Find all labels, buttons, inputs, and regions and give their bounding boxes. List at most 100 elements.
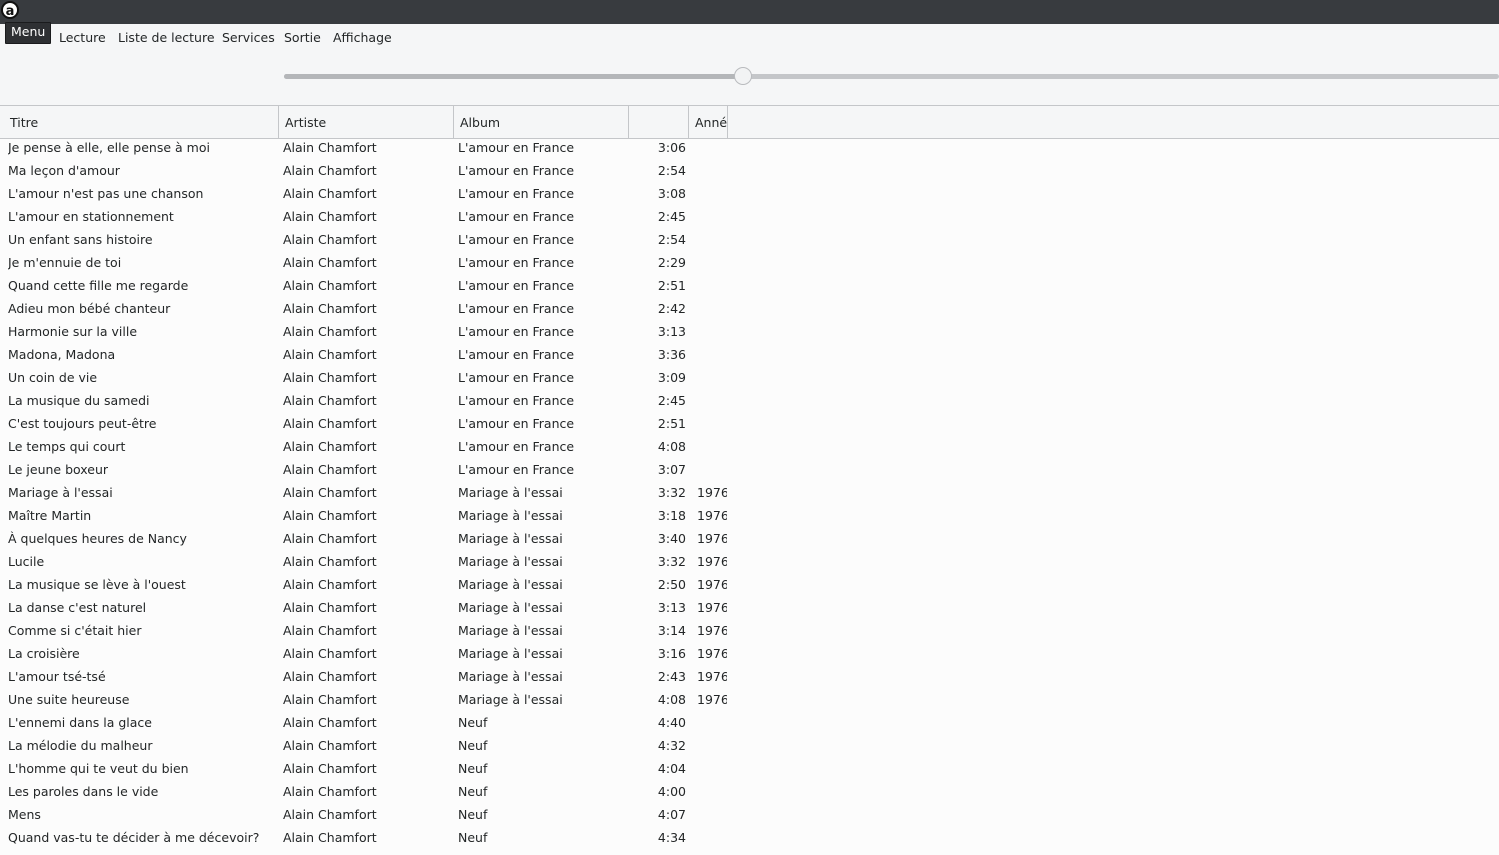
cell-artist: Alain Chamfort	[283, 692, 377, 707]
cell-duration: 2:51	[657, 278, 686, 293]
seek-slider-handle[interactable]	[734, 67, 753, 85]
cell-year: 1976	[697, 669, 727, 684]
cell-duration: 3:08	[657, 186, 686, 201]
table-row[interactable]: C'est toujours peut-être Alain Chamfort L'…	[0, 415, 1499, 438]
column-header-duree[interactable]	[629, 106, 689, 138]
cell-title: Un coin de vie	[8, 370, 98, 385]
cell-album: Mariage à l'essai	[458, 577, 563, 592]
column-header-titre[interactable]: Titre	[4, 106, 279, 138]
menu-item-lecture[interactable]: Lecture	[59, 30, 106, 48]
cell-duration: 4:34	[657, 830, 686, 845]
cell-duration: 3:13	[657, 324, 686, 339]
menu-item-liste-de-lecture[interactable]: Liste de lecture	[118, 30, 215, 48]
table-row[interactable]: La musique se lève à l'ouest Alain Chamfo…	[0, 576, 1499, 599]
cell-duration: 3:06	[657, 140, 686, 155]
cell-album: Mariage à l'essai	[458, 623, 563, 638]
table-row[interactable]: Quand cette fille me regarde Alain Chamfo…	[0, 277, 1499, 300]
table-row[interactable]: Le jeune boxeur Alain Chamfort L'amour en …	[0, 461, 1499, 484]
table-row[interactable]: Quand vas-tu te décider à me décevoir? Al…	[0, 829, 1499, 852]
table-row[interactable]: L'amour n'est pas une chanson Alain Chamf…	[0, 185, 1499, 208]
cell-year: 1976	[697, 485, 727, 500]
cell-artist: Alain Chamfort	[283, 715, 377, 730]
menu-item-menu[interactable]: Menu	[5, 22, 52, 44]
cell-year: 1976	[697, 577, 727, 592]
table-row[interactable]: La mélodie du malheur Alain Chamfort Neuf 4…	[0, 737, 1499, 760]
cell-artist: Alain Chamfort	[283, 508, 377, 523]
cell-artist: Alain Chamfort	[283, 577, 377, 592]
table-row[interactable]: Comme si c'était hier Alain Chamfort Maria…	[0, 622, 1499, 645]
cell-artist: Alain Chamfort	[283, 393, 377, 408]
table-row[interactable]: Le temps qui court Alain Chamfort L'amour …	[0, 438, 1499, 461]
table-row[interactable]: L'ennemi dans la glace Alain Chamfort Neuf…	[0, 714, 1499, 737]
cell-artist: Alain Chamfort	[283, 232, 377, 247]
cell-title: L'homme qui te veut du bien	[8, 761, 189, 776]
table-row[interactable]: Ma leçon d'amour Alain Chamfort L'amour en…	[0, 162, 1499, 185]
table-row[interactable]: Un coin de vie Alain Chamfort L'amour en F…	[0, 369, 1499, 392]
cell-album: L'amour en France	[458, 140, 575, 155]
table-row[interactable]: Harmonie sur la ville Alain Chamfort L'amo…	[0, 323, 1499, 346]
table-row[interactable]: L'amour en stationnement Alain Chamfort L'…	[0, 208, 1499, 231]
cell-duration: 4:04	[657, 761, 686, 776]
table-row[interactable]: La danse c'est naturel Alain Chamfort Mari…	[0, 599, 1499, 622]
cell-title: Le temps qui court	[8, 439, 126, 454]
cell-title: Harmonie sur la ville	[8, 324, 138, 339]
table-row[interactable]: Maître Martin Alain Chamfort Mariage à l'e…	[0, 507, 1499, 530]
table-row[interactable]: Un enfant sans histoire Alain Chamfort L'a…	[0, 231, 1499, 254]
table-row[interactable]: Je m'ennuie de toi Alain Chamfort L'amour …	[0, 254, 1499, 277]
table-row[interactable]: Lucile Alain Chamfort Mariage à l'essai 3:3…	[0, 553, 1499, 576]
cell-year: 1976	[697, 554, 727, 569]
table-row[interactable]: Adieu mon bébé chanteur Alain Chamfort L'a…	[0, 300, 1499, 323]
cell-title: La musique se lève à l'ouest	[8, 577, 186, 592]
column-header-album[interactable]: Album	[454, 106, 629, 138]
table-row[interactable]: Une suite heureuse Alain Chamfort Mariage …	[0, 691, 1499, 714]
table-row[interactable]: La croisière Alain Chamfort Mariage à l'es…	[0, 645, 1499, 668]
cell-artist: Alain Chamfort	[283, 485, 377, 500]
cell-duration: 3:13	[657, 600, 686, 615]
column-header-artiste[interactable]: Artiste	[279, 106, 454, 138]
cell-album: Neuf	[458, 830, 488, 845]
cell-duration: 3:32	[657, 554, 686, 569]
cell-duration: 4:40	[657, 715, 686, 730]
cell-album: L'amour en France	[458, 232, 575, 247]
cell-duration: 2:51	[657, 416, 686, 431]
menu-item-affichage[interactable]: Affichage	[333, 30, 392, 48]
table-row[interactable]: À quelques heures de Nancy Alain Chamfort…	[0, 530, 1499, 553]
cell-title: L'ennemi dans la glace	[8, 715, 152, 730]
cell-title: Maître Martin	[8, 508, 92, 523]
table-row[interactable]: L'amour tsé-tsé Alain Chamfort Mariage à l…	[0, 668, 1499, 691]
table-row[interactable]: L'homme qui te veut du bien Alain Chamfor…	[0, 760, 1499, 783]
table-row[interactable]: Je pense à elle, elle pense à moi Alain C…	[0, 139, 1499, 162]
app-logo-icon[interactable]: a	[1, 1, 19, 19]
table-row[interactable]: Madona, Madona Alain Chamfort L'amour en F…	[0, 346, 1499, 369]
cell-duration: 3:16	[657, 646, 686, 661]
seek-slider[interactable]	[284, 74, 1499, 79]
cell-artist: Alain Chamfort	[283, 807, 377, 822]
cell-artist: Alain Chamfort	[283, 738, 377, 753]
seek-slider-fill	[284, 74, 744, 79]
cell-title: L'amour tsé-tsé	[8, 669, 106, 684]
cell-duration: 2:45	[657, 393, 686, 408]
table-row[interactable]: Mens Alain Chamfort Neuf 4:07	[0, 806, 1499, 829]
cell-title: Le jeune boxeur	[8, 462, 109, 477]
table-row[interactable]: Mariage à l'essai Alain Chamfort Mariage à…	[0, 484, 1499, 507]
menu-item-services[interactable]: Services	[222, 30, 275, 48]
cell-title: À quelques heures de Nancy	[8, 531, 187, 546]
table-row[interactable]: La musique du samedi Alain Chamfort L'amou…	[0, 392, 1499, 415]
table-row[interactable]: Les paroles dans le vide Alain Chamfort Ne…	[0, 783, 1499, 806]
cell-artist: Alain Chamfort	[283, 347, 377, 362]
cell-title: Je m'ennuie de toi	[8, 255, 122, 270]
cell-album: Mariage à l'essai	[458, 531, 563, 546]
cell-duration: 2:54	[657, 163, 686, 178]
column-header-annee[interactable]: Année	[689, 106, 728, 138]
cell-year: 1976	[697, 600, 727, 615]
cell-title: Une suite heureuse	[8, 692, 130, 707]
menu-item-sortie[interactable]: Sortie	[284, 30, 321, 48]
table-body: Je pense à elle, elle pense à moi Alain C…	[0, 139, 1499, 852]
cell-title: Quand cette fille me regarde	[8, 278, 189, 293]
cell-album: Mariage à l'essai	[458, 508, 563, 523]
cell-album: Neuf	[458, 761, 488, 776]
cell-album: Mariage à l'essai	[458, 669, 563, 684]
cell-duration: 4:07	[657, 807, 686, 822]
cell-title: Les paroles dans le vide	[8, 784, 159, 799]
cell-year: 1976	[697, 508, 727, 523]
